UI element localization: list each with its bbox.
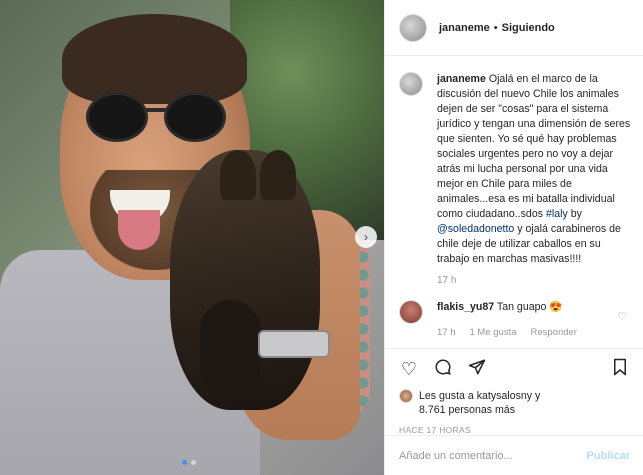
hashtag-link[interactable]: #laly (546, 208, 568, 220)
mention-link[interactable]: @soledadonetto (437, 223, 514, 235)
comment-heart-icon[interactable]: ♡ (617, 310, 627, 323)
sunglasses-right-lens (164, 92, 226, 142)
username-link[interactable]: jananeme (439, 22, 490, 34)
add-comment-bar: Publicar (385, 435, 643, 475)
sunglasses-bridge (146, 108, 166, 112)
comment-item: flakis_yu87 Tan guapo 😍 17 h 1 Me gusta … (399, 300, 634, 338)
caption-text: jananeme Ojalá en el marco de la discusi… (437, 72, 634, 288)
avatar[interactable] (399, 300, 423, 324)
comment-text: Tan guapo 😍 (496, 301, 563, 313)
caption-time: 17 h (437, 275, 457, 286)
hair (62, 14, 247, 104)
tongue (118, 210, 160, 250)
comment-icon[interactable] (433, 358, 453, 381)
post-photo[interactable]: › (0, 0, 384, 475)
post-header: jananeme • Siguiendo (385, 0, 643, 56)
wristwatch (258, 330, 330, 358)
comment-likes[interactable]: 1 Me gusta (470, 327, 517, 338)
action-icons: ♡ (399, 355, 630, 383)
share-icon[interactable] (467, 358, 487, 381)
likes-summary: Les gusta a katysalosny y 8.761 personas… (399, 389, 630, 417)
heart-icon[interactable]: ♡ (399, 359, 419, 380)
likes-text[interactable]: Les gusta a katysalosny y 8.761 personas… (419, 389, 540, 417)
reply-button[interactable]: Responder (531, 327, 577, 338)
caption-body-2: by (567, 208, 582, 220)
dog-ear-left (220, 150, 256, 200)
avatar[interactable] (399, 72, 423, 96)
comment-time: 17 h (437, 327, 456, 338)
caption: jananeme Ojalá en el marco de la discusi… (399, 72, 634, 288)
carousel-dot-active (182, 460, 187, 465)
chevron-right-icon[interactable]: › (355, 226, 377, 248)
dog-ear-right (260, 150, 296, 200)
avatar[interactable] (399, 13, 427, 42)
caption-body-1: Ojalá en el marco de la discusión del nu… (437, 73, 631, 220)
carousel-dot (191, 460, 196, 465)
comment-input[interactable] (399, 449, 587, 462)
carousel-dots (182, 460, 196, 465)
likes-line-2: 8.761 personas más (419, 404, 515, 416)
publish-button[interactable]: Publicar (587, 450, 630, 462)
caption-username[interactable]: jananeme (437, 73, 486, 85)
dog-snout (200, 300, 260, 400)
comment-body: flakis_yu87 Tan guapo 😍 17 h 1 Me gusta … (437, 300, 577, 338)
comment-meta: 17 h 1 Me gusta Responder (437, 327, 577, 338)
comment-username[interactable]: flakis_yu87 (437, 301, 494, 313)
bookmark-icon[interactable] (610, 358, 630, 381)
sunglasses-left-lens (86, 92, 148, 142)
action-bar: ♡ Les gusta a katysalosny y 8.761 person… (385, 348, 643, 435)
post-sidebar: jananeme • Siguiendo jananeme Ojalá en e… (384, 0, 643, 475)
following-button[interactable]: Siguiendo (502, 22, 555, 34)
separator: • (493, 21, 498, 34)
likes-line-1: Les gusta a katysalosny y (419, 390, 541, 402)
post-timestamp: HACE 17 HORAS (399, 425, 471, 435)
avatar[interactable] (399, 389, 413, 403)
